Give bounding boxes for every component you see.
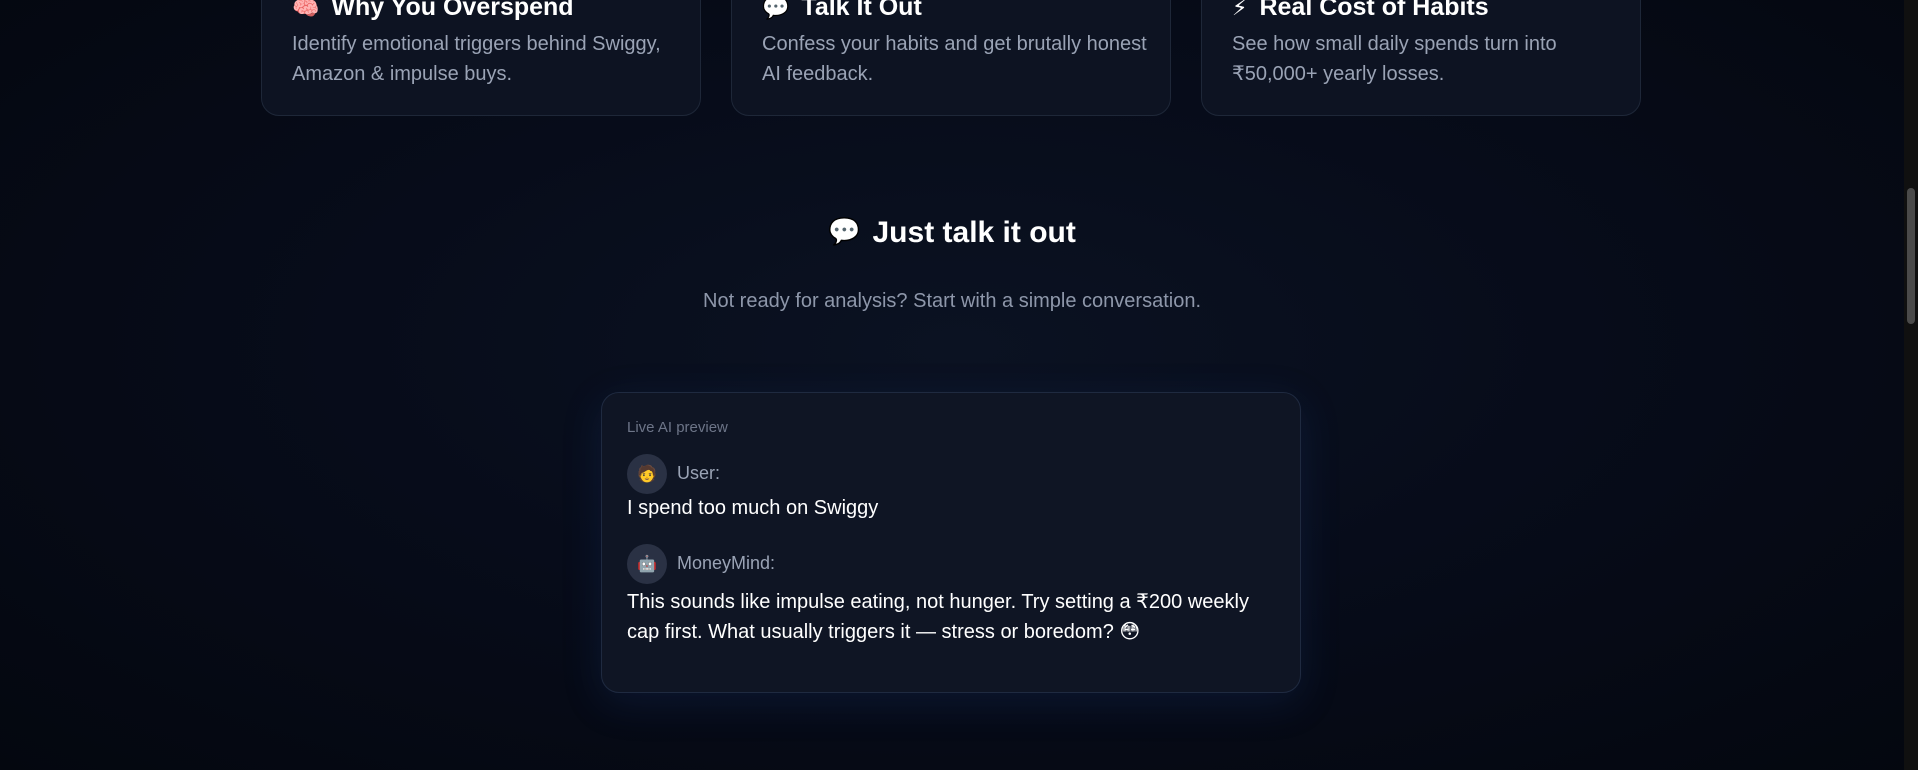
- feature-card-title-text: Why You Overspend: [331, 0, 574, 21]
- feature-card-description: Confess your habits and get brutally hon…: [762, 33, 1147, 85]
- section-title-text: Just talk it out: [872, 216, 1076, 249]
- feature-card-talk: 💬 Talk It Out Confess your habits and ge…: [731, 0, 1171, 116]
- feature-card-description: See how small daily spends turn into ₹50…: [1232, 33, 1557, 85]
- feature-card-real-cost: ⚡ Real Cost of Habits See how small dail…: [1201, 0, 1641, 116]
- page-scrollbar[interactable]: [1904, 0, 1918, 770]
- section-subtitle: Not ready for analysis? Start with a sim…: [703, 290, 1201, 312]
- speech-bubble-icon: 💬: [828, 216, 861, 246]
- feature-card-title-text: Real Cost of Habits: [1259, 0, 1489, 21]
- feature-card-description: Identify emotional triggers behind Swigg…: [292, 33, 661, 85]
- speech-bubble-icon: 💬: [762, 0, 790, 20]
- bot-message: This sounds like impulse eating, not hun…: [627, 591, 1249, 643]
- feature-card-title: ⚡ Real Cost of Habits: [1232, 0, 1489, 22]
- bot-speaker-label: MoneyMind:: [677, 553, 776, 573]
- user-speaker-label: User:: [677, 463, 721, 483]
- chat-preview-card: Live AI preview 🧑 User: I spend too much…: [601, 392, 1301, 693]
- feature-card-title: 💬 Talk It Out: [762, 0, 922, 22]
- chat-preview-label: Live AI preview: [627, 419, 728, 436]
- page: 🧠 Why You Overspend Identify emotional t…: [0, 0, 1918, 770]
- lightning-icon: ⚡: [1232, 0, 1248, 20]
- scrollbar-thumb[interactable]: [1907, 188, 1915, 324]
- user-avatar-icon: 🧑: [627, 454, 667, 494]
- feature-card-overspend: 🧠 Why You Overspend Identify emotional t…: [261, 0, 701, 116]
- feature-card-title: 🧠 Why You Overspend: [292, 0, 574, 22]
- user-message: I spend too much on Swiggy: [627, 497, 879, 519]
- feature-card-title-text: Talk It Out: [801, 0, 922, 21]
- section-title: 💬 Just talk it out: [0, 216, 1904, 250]
- brain-icon: 🧠: [292, 0, 320, 20]
- robot-avatar-icon: 🤖: [627, 544, 667, 584]
